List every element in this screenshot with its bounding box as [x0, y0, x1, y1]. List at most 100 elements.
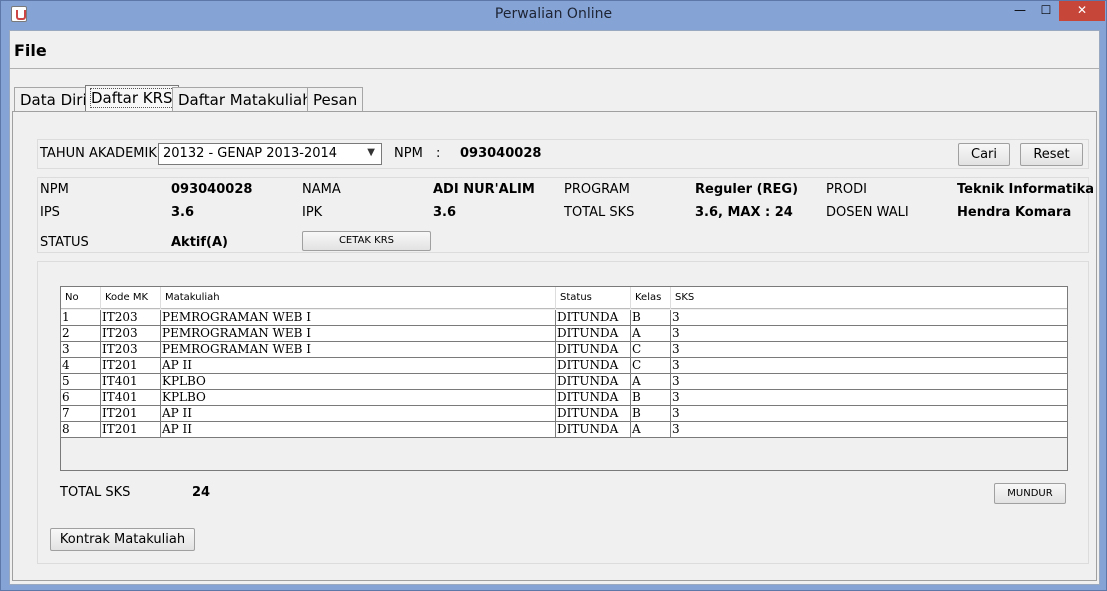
ipk-label: IPK — [302, 205, 323, 220]
tahun-akademik-label: TAHUN AKADEMIK — [40, 146, 157, 161]
cell-sks: 3 — [672, 374, 680, 388]
cell-no: 8 — [61, 422, 101, 437]
menu-file[interactable]: File — [14, 41, 47, 60]
ipk-value: 3.6 — [433, 205, 457, 220]
cell-matakuliah: PEMROGRAMAN WEB I — [161, 310, 556, 325]
cell-matakuliah: AP II — [161, 406, 556, 421]
column-header-status[interactable]: Status — [556, 287, 631, 309]
kontrak-matakuliah-button[interactable]: Kontrak Matakuliah — [50, 528, 195, 551]
cell-kode-mk: IT203 — [101, 326, 161, 341]
tab-label: Daftar Matakuliah — [178, 91, 312, 109]
table-row[interactable]: 5 IT401 KPLBO DITUNDA A 3 — [61, 374, 1067, 390]
filter-npm-colon: : — [436, 146, 441, 161]
menu-bar: File — [10, 31, 1099, 69]
client-area: File Data Diri Daftar KRS Daftar Matakul… — [9, 30, 1100, 585]
cell-matakuliah: PEMROGRAMAN WEB I — [161, 342, 556, 357]
mundur-button[interactable]: MUNDUR — [994, 483, 1066, 504]
tab-label: Daftar KRS — [90, 88, 174, 108]
filter-bar: TAHUN AKADEMIK 20132 - GENAP 2013-2014 ▼… — [37, 139, 1089, 169]
cell-status: DITUNDA — [556, 342, 631, 357]
cell-sks: 3 — [672, 406, 680, 420]
column-header-sks[interactable]: SKS — [671, 287, 1067, 309]
cell-sks: 3 — [672, 390, 680, 404]
reset-button[interactable]: Reset — [1020, 143, 1083, 166]
total-sks-label: TOTAL SKS — [564, 205, 635, 220]
cell-kode-mk: IT401 — [101, 390, 161, 405]
cell-sks: 3 — [672, 358, 680, 372]
table-row[interactable]: 8 IT201 AP II DITUNDA A 3 — [61, 422, 1067, 438]
cell-matakuliah: AP II — [161, 422, 556, 437]
column-header-matakuliah[interactable]: Matakuliah — [161, 287, 556, 309]
npm-value: 093040028 — [171, 182, 253, 197]
tahun-akademik-select[interactable]: 20132 - GENAP 2013-2014 ▼ — [158, 143, 382, 165]
tab-daftar-matakuliah[interactable]: Daftar Matakuliah — [172, 87, 318, 112]
tab-pesan[interactable]: Pesan — [307, 87, 364, 112]
cell-kode-mk: IT201 — [101, 422, 161, 437]
cell-sks: 3 — [672, 326, 680, 340]
cell-kelas: C — [631, 358, 671, 373]
cell-sks: 3 — [672, 342, 680, 356]
close-button[interactable]: ✕ — [1059, 1, 1105, 21]
npm-label: NPM — [40, 182, 69, 197]
student-info-panel: NPM 093040028 NAMA ADI NUR'ALIM PROGRAM … — [37, 177, 1094, 253]
cell-matakuliah: KPLBO — [161, 390, 556, 405]
tahun-akademik-value: 20132 - GENAP 2013-2014 — [163, 146, 338, 161]
cell-kelas: A — [631, 374, 671, 389]
table-row[interactable]: 6 IT401 KPLBO DITUNDA B 3 — [61, 390, 1067, 406]
krs-panel: No Kode MK Matakuliah Status Kelas SKS 1… — [37, 261, 1089, 564]
cell-no: 6 — [61, 390, 101, 405]
cell-no: 3 — [61, 342, 101, 357]
cell-no: 1 — [61, 310, 101, 325]
table-header: No Kode MK Matakuliah Status Kelas SKS — [61, 287, 1067, 309]
cell-kode-mk: IT201 — [101, 406, 161, 421]
status-value: Aktif(A) — [171, 235, 228, 250]
dosen-wali-value: Hendra Komara — [957, 205, 1072, 220]
minimize-button[interactable]: — — [1007, 1, 1033, 21]
ips-label: IPS — [40, 205, 60, 220]
cell-no: 2 — [61, 326, 101, 341]
chevron-down-icon: ▼ — [367, 147, 375, 158]
nama-label: NAMA — [302, 182, 341, 197]
program-value: Reguler (REG) — [695, 182, 799, 197]
dosen-wali-label: DOSEN WALI — [826, 205, 909, 220]
cetak-krs-button[interactable]: CETAK KRS — [302, 231, 431, 251]
cell-sks: 3 — [672, 310, 680, 324]
cell-status: DITUNDA — [556, 374, 631, 389]
table-row[interactable]: 2 IT203 PEMROGRAMAN WEB I DITUNDA A 3 — [61, 326, 1067, 342]
cell-no: 7 — [61, 406, 101, 421]
cell-matakuliah: AP II — [161, 358, 556, 373]
cell-kode-mk: IT203 — [101, 342, 161, 357]
ips-value: 3.6 — [171, 205, 195, 220]
title-bar[interactable]: Perwalian Online — ☐ ✕ — [1, 1, 1106, 29]
table-row[interactable]: 4 IT201 AP II DITUNDA C 3 — [61, 358, 1067, 374]
filter-npm-value: 093040028 — [460, 146, 542, 161]
table-row[interactable]: 1 IT203 PEMROGRAMAN WEB I DITUNDA B 3 — [61, 310, 1067, 326]
table-row[interactable]: 3 IT203 PEMROGRAMAN WEB I DITUNDA C 3 — [61, 342, 1067, 358]
cell-matakuliah: KPLBO — [161, 374, 556, 389]
cell-kode-mk: IT401 — [101, 374, 161, 389]
tab-label: Pesan — [313, 91, 358, 109]
cari-button[interactable]: Cari — [958, 143, 1010, 166]
cell-kelas: A — [631, 422, 671, 437]
table-row[interactable]: 7 IT201 AP II DITUNDA B 3 — [61, 406, 1067, 422]
nama-value: ADI NUR'ALIM — [433, 182, 535, 197]
tab-data-diri[interactable]: Data Diri — [14, 87, 93, 112]
cell-status: DITUNDA — [556, 422, 631, 437]
prodi-value: Teknik Informatika — [957, 182, 1094, 197]
krs-table[interactable]: No Kode MK Matakuliah Status Kelas SKS 1… — [60, 286, 1068, 471]
column-header-kode-mk[interactable]: Kode MK — [101, 287, 161, 309]
cell-matakuliah: PEMROGRAMAN WEB I — [161, 326, 556, 341]
cell-status: DITUNDA — [556, 390, 631, 405]
filter-npm-label: NPM — [394, 146, 423, 161]
tab-panel-daftar-krs: TAHUN AKADEMIK 20132 - GENAP 2013-2014 ▼… — [12, 111, 1097, 581]
window-title: Perwalian Online — [494, 6, 613, 22]
column-header-no[interactable]: No — [61, 287, 101, 309]
maximize-button[interactable]: ☐ — [1033, 1, 1059, 21]
tab-daftar-krs[interactable]: Daftar KRS — [85, 85, 179, 112]
cell-kode-mk: IT203 — [101, 310, 161, 325]
cell-kelas: B — [631, 406, 671, 421]
app-window: Perwalian Online — ☐ ✕ File Data Diri Da… — [0, 0, 1107, 591]
tab-label: Data Diri — [20, 91, 87, 109]
column-header-kelas[interactable]: Kelas — [631, 287, 671, 309]
cell-sks: 3 — [672, 422, 680, 436]
